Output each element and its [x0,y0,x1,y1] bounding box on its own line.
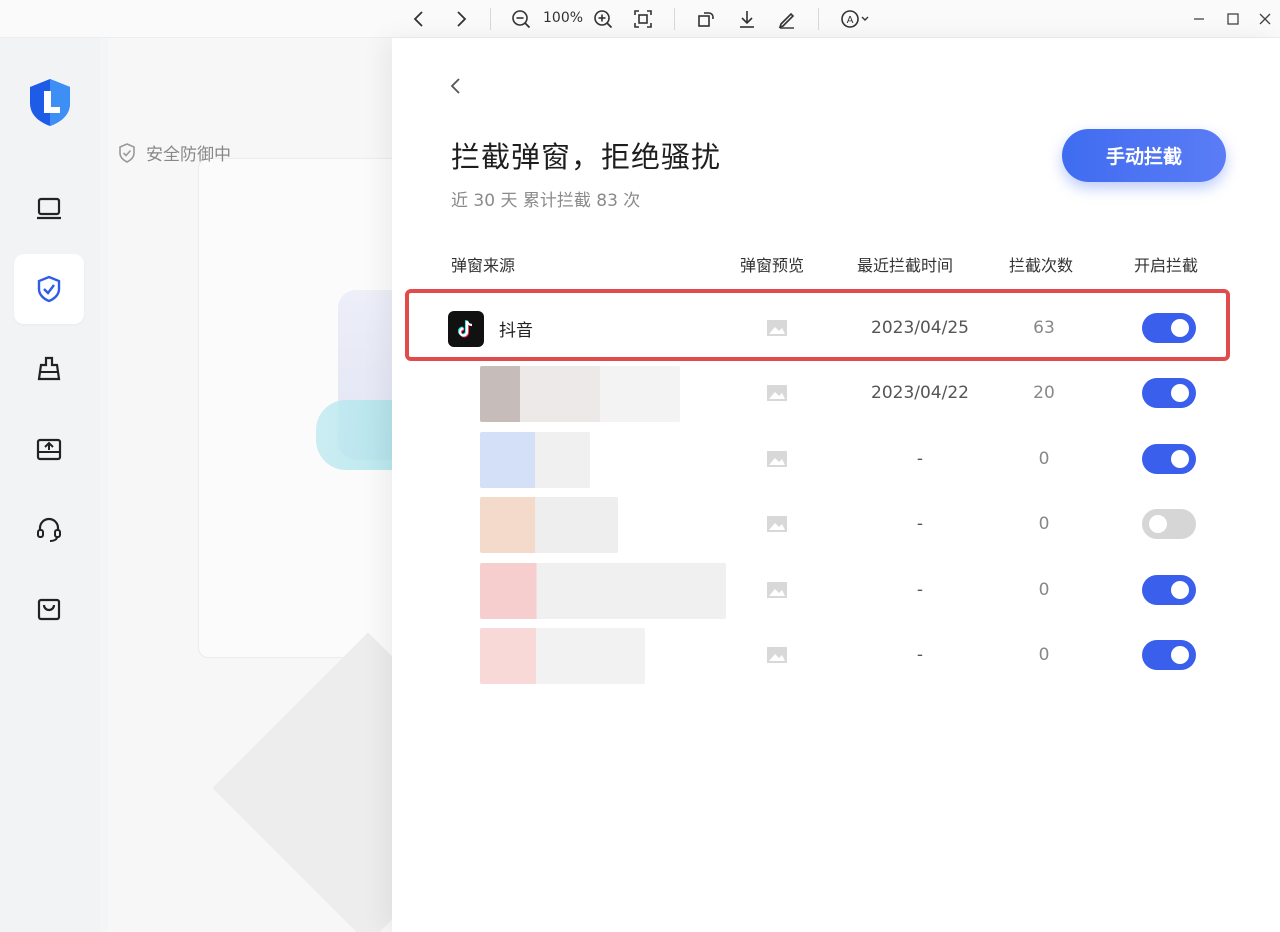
table-row: 2023/04/22 20 [432,362,1232,424]
preview-image-icon[interactable] [765,428,789,490]
zoom-in-icon[interactable] [590,6,616,32]
table-row: - 0 [432,559,1232,621]
redacted-source [480,628,645,684]
preview-image-icon[interactable] [765,362,789,424]
block-toggle[interactable] [1142,575,1196,605]
preview-image-icon[interactable] [765,559,789,621]
sidebar-item-computer[interactable] [14,174,84,244]
page-subtitle: 近 30 天 累计拦截 83 次 [451,191,641,211]
redacted-source [480,366,680,422]
page-title: 拦截弹窗，拒绝骚扰 [451,140,722,174]
redacted-source [480,563,726,619]
last-block-time: - [916,514,924,534]
toolbar-divider [674,8,675,30]
block-toggle[interactable] [1142,640,1196,670]
shield-check-icon [37,275,61,303]
sidebar-item-software[interactable] [14,414,84,484]
rotate-icon[interactable] [693,6,719,32]
app-sidebar [0,38,100,932]
fit-screen-icon[interactable] [630,6,656,32]
viewer-toolbar: 100% A [0,0,1280,38]
column-header-preview: 弹窗预览 [740,256,805,275]
app-logo [24,76,76,128]
block-toggle[interactable] [1142,378,1196,408]
auto-annotate-icon[interactable]: A [836,6,874,32]
redacted-source [480,432,590,488]
monitor-icon [37,197,61,220]
block-count: 20 [1033,383,1055,403]
bag-icon [37,598,61,621]
zoom-level: 100% [543,10,584,26]
chevron-left-icon[interactable] [406,6,432,32]
maximize-icon[interactable] [1222,6,1244,32]
toolbar-divider [490,8,491,30]
block-count: 0 [1038,449,1050,469]
block-count: 0 [1038,514,1050,534]
block-toggle[interactable] [1142,509,1196,539]
manual-block-button[interactable]: 手动拦截 [1062,129,1226,182]
block-toggle[interactable] [1142,444,1196,474]
popup-block-panel: 拦截弹窗，拒绝骚扰 近 30 天 累计拦截 83 次 手动拦截 弹窗来源 弹窗预… [392,38,1280,932]
last-block-time: 2023/04/22 [871,383,969,403]
highlight-annotation [405,289,1230,361]
protection-status-label: 安全防御中 [146,145,231,165]
last-block-time: - [916,580,924,600]
table-row: - 0 [432,493,1232,555]
sidebar-item-support[interactable] [14,494,84,564]
brush-icon [37,356,61,381]
chevron-right-icon[interactable] [448,6,474,32]
last-block-time: - [916,645,924,665]
redacted-source [480,497,618,553]
block-count: 0 [1038,645,1050,665]
column-header-enable: 开启拦截 [1134,256,1199,275]
table-row: - 0 [432,428,1232,490]
headset-icon [37,517,61,542]
sidebar-item-cleanup[interactable] [14,334,84,404]
table-row: - 0 [432,624,1232,686]
back-button[interactable] [444,74,468,98]
preview-image-icon[interactable] [765,493,789,555]
column-header-source: 弹窗来源 [451,256,516,275]
column-header-last-time: 最近拦截时间 [857,256,954,275]
minimize-icon[interactable] [1188,6,1210,32]
decorative-shape [212,632,408,932]
preview-image-icon[interactable] [765,624,789,686]
shield-check-icon [119,142,135,163]
download-icon[interactable] [734,6,760,32]
last-block-time: - [916,449,924,469]
column-header-count: 拦截次数 [1009,256,1074,275]
protection-status: 安全防御中 [116,140,231,165]
upload-box-icon [36,438,62,461]
svg-text:A: A [847,15,854,26]
close-icon[interactable] [1254,6,1276,32]
toolbar-divider [818,8,819,30]
dashboard-background [108,38,408,932]
edit-pen-icon[interactable] [774,6,800,32]
sidebar-item-store[interactable] [14,574,84,644]
sidebar-item-protection[interactable] [14,254,84,324]
block-count: 0 [1038,580,1050,600]
zoom-out-icon[interactable] [508,6,534,32]
chevron-left-icon [450,78,460,94]
